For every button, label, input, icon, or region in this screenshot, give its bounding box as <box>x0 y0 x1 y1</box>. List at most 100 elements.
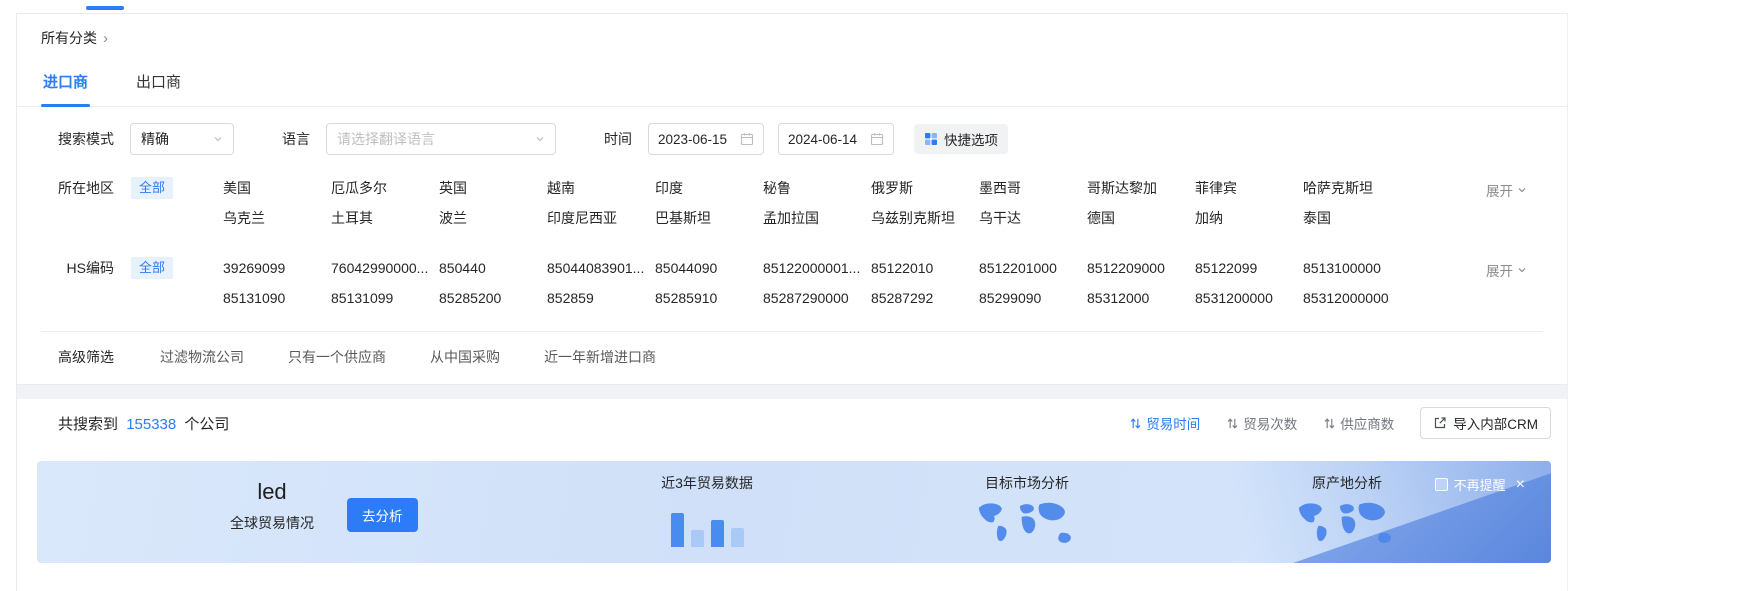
hs-code-option[interactable]: 76042990000... <box>331 253 439 283</box>
hs-code-option[interactable]: 8513100000 <box>1303 253 1411 283</box>
hs-code-option[interactable]: 85287290000 <box>763 283 871 313</box>
region-option[interactable]: 美国 <box>223 173 331 203</box>
region-option[interactable]: 土耳其 <box>331 203 439 233</box>
expand-label: 展开 <box>1486 260 1513 280</box>
region-option[interactable]: 菲律宾 <box>1195 173 1303 203</box>
sort-option[interactable]: 贸易次数 <box>1226 413 1297 433</box>
region-option[interactable]: 波兰 <box>439 203 547 233</box>
target-market-card-title: 目标市场分析 <box>942 473 1112 493</box>
sort-option[interactable]: 供应商数 <box>1323 413 1394 433</box>
advanced-filter-option[interactable]: 近一年新增进口商 <box>544 347 656 367</box>
hs-code-option[interactable]: 85122000001... <box>763 253 871 283</box>
results-panel: 共搜索到 155338 个公司 贸易时间 贸易次数 <box>17 399 1567 587</box>
keyword-summary: led 全球贸易情况 <box>207 479 337 533</box>
hs-code-option[interactable]: 850440 <box>439 253 547 283</box>
region-option[interactable]: 巴基斯坦 <box>655 203 763 233</box>
hs-code-option[interactable]: 85287292 <box>871 283 979 313</box>
sort-arrows-icon <box>1129 417 1142 430</box>
dismiss-checkbox[interactable] <box>1435 478 1448 491</box>
region-option[interactable]: 哥斯达黎加 <box>1087 173 1195 203</box>
trade-data-card-title: 近3年贸易数据 <box>622 473 792 493</box>
hs-code-option[interactable]: 85285910 <box>655 283 763 313</box>
advanced-filter-options: 过滤物流公司 只有一个供应商 从中国采购 近一年新增进口商 <box>160 347 656 367</box>
region-option[interactable]: 越南 <box>547 173 655 203</box>
advanced-filter-label: 高级筛选 <box>58 347 114 367</box>
end-date-value: 2024-06-14 <box>788 132 857 147</box>
import-crm-label: 导入内部CRM <box>1453 413 1538 433</box>
grid-icon <box>924 132 938 146</box>
sort-option-label: 贸易时间 <box>1146 413 1200 433</box>
region-option[interactable]: 厄瓜多尔 <box>331 173 439 203</box>
region-option[interactable]: 乌克兰 <box>223 203 331 233</box>
tab-item[interactable]: 出口商 <box>134 58 183 106</box>
region-option[interactable]: 印度尼西亚 <box>547 203 655 233</box>
tab-item[interactable]: 进口商 <box>41 58 90 106</box>
language-label: 语言 <box>282 129 310 149</box>
analyze-button[interactable]: 去分析 <box>347 498 418 532</box>
region-label: 所在地区 <box>58 173 114 203</box>
results-count: 共搜索到 155338 个公司 <box>58 413 229 434</box>
filter-panel: 所有分类 › 进口商出口商 搜索模式 精确 语言 请选择翻译语言 时间 2023… <box>17 13 1567 385</box>
language-placeholder: 请选择翻译语言 <box>337 129 435 149</box>
hs-code-option[interactable]: 85299090 <box>979 283 1087 313</box>
dismiss-control: 不再提醒 × <box>1435 475 1525 494</box>
region-options: 美国厄瓜多尔英国越南印度秘鲁俄罗斯墨西哥哥斯达黎加菲律宾哈萨克斯坦 乌克兰土耳其… <box>223 173 1411 233</box>
region-option[interactable]: 墨西哥 <box>979 173 1087 203</box>
region-option[interactable]: 乌干达 <box>979 203 1087 233</box>
close-icon[interactable]: × <box>1516 477 1525 493</box>
world-map-icon <box>1262 499 1432 549</box>
region-option[interactable]: 泰国 <box>1303 203 1411 233</box>
hs-code-option[interactable]: 8531200000 <box>1195 283 1303 313</box>
hs-code-option[interactable]: 85044090 <box>655 253 763 283</box>
search-keyword: led <box>207 479 337 505</box>
hs-code-option[interactable]: 85285200 <box>439 283 547 313</box>
breadcrumb-row: 所有分类 › <box>17 14 1567 58</box>
advanced-filter-option[interactable]: 从中国采购 <box>430 347 500 367</box>
hs-code-option[interactable]: 85312000000 <box>1303 283 1411 313</box>
hs-code-filter-row: HS编码 全部 3926909976042990000...8504408504… <box>17 243 1567 323</box>
hs-code-option[interactable]: 85122010 <box>871 253 979 283</box>
hs-code-option[interactable]: 85044083901... <box>547 253 655 283</box>
target-market-card: 目标市场分析 <box>942 473 1112 549</box>
sort-option[interactable]: 贸易时间 <box>1129 413 1200 433</box>
advanced-filter-option[interactable]: 过滤物流公司 <box>160 347 244 367</box>
region-option[interactable]: 乌兹别克斯坦 <box>871 203 979 233</box>
hs-code-option[interactable]: 85131090 <box>223 283 331 313</box>
expand-label: 展开 <box>1486 180 1513 200</box>
region-expand-link[interactable]: 展开 <box>1486 180 1527 200</box>
region-all-tag[interactable]: 全部 <box>131 177 173 199</box>
import-crm-button[interactable]: 导入内部CRM <box>1420 407 1551 439</box>
region-option[interactable]: 孟加拉国 <box>763 203 871 233</box>
language-select[interactable]: 请选择翻译语言 <box>326 123 556 155</box>
hs-code-option[interactable]: 85122099 <box>1195 253 1303 283</box>
region-option[interactable]: 哈萨克斯坦 <box>1303 173 1411 203</box>
region-option[interactable]: 德国 <box>1087 203 1195 233</box>
hs-code-option[interactable]: 39269099 <box>223 253 331 283</box>
region-option[interactable]: 俄罗斯 <box>871 173 979 203</box>
hs-code-option[interactable]: 852859 <box>547 283 655 313</box>
calendar-icon <box>870 132 884 146</box>
count-number: 155338 <box>126 416 176 433</box>
origin-analysis-card: 原产地分析 <box>1262 473 1432 549</box>
region-option[interactable]: 印度 <box>655 173 763 203</box>
hs-code-option[interactable]: 85312000 <box>1087 283 1195 313</box>
search-mode-value: 精确 <box>141 129 169 149</box>
hs-code-option[interactable]: 85131099 <box>331 283 439 313</box>
quick-options-button[interactable]: 快捷选项 <box>914 124 1008 154</box>
region-option[interactable]: 英国 <box>439 173 547 203</box>
hs-code-expand-link[interactable]: 展开 <box>1486 260 1527 280</box>
search-mode-select[interactable]: 精确 <box>130 123 234 155</box>
sort-arrows-icon <box>1226 417 1239 430</box>
hs-code-option[interactable]: 8512201000 <box>979 253 1087 283</box>
hs-code-options: 3926909976042990000...85044085044083901.… <box>223 253 1411 313</box>
hs-code-option[interactable]: 8512209000 <box>1087 253 1195 283</box>
region-option[interactable]: 加纳 <box>1195 203 1303 233</box>
start-date-input[interactable]: 2023-06-15 <box>648 123 764 155</box>
end-date-input[interactable]: 2024-06-14 <box>778 123 894 155</box>
search-mode-label: 搜索模式 <box>58 129 114 149</box>
hs-code-all-tag[interactable]: 全部 <box>131 257 173 279</box>
bar-chart-icon <box>622 501 792 547</box>
breadcrumb[interactable]: 所有分类 › <box>41 28 108 48</box>
advanced-filter-option[interactable]: 只有一个供应商 <box>288 347 386 367</box>
region-option[interactable]: 秘鲁 <box>763 173 871 203</box>
